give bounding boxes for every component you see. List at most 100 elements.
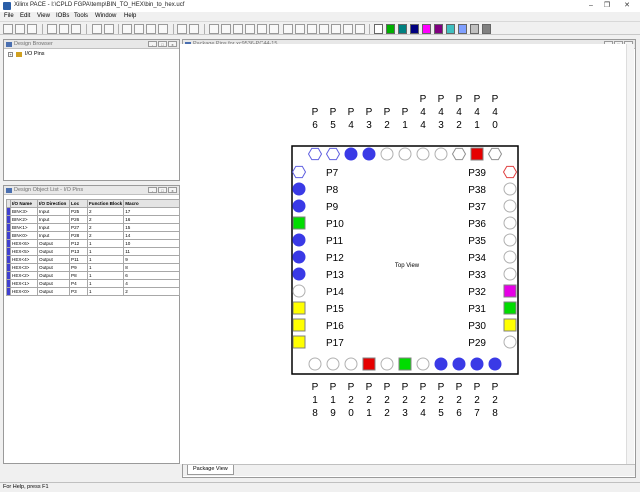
color-swatch[interactable] [446,24,455,34]
pin-bottom-7[interactable] [434,357,448,371]
pin-bottom-2[interactable] [344,357,358,371]
table-row[interactable]: BIN<3> Input P25 2 17 [6,207,180,216]
pin-right-1[interactable] [503,182,517,196]
pin-bottom-3[interactable] [362,357,376,371]
color-swatch[interactable] [422,24,431,34]
pin-top-4[interactable] [380,147,394,161]
pin-bottom-1[interactable] [326,357,340,371]
column-header-loc[interactable]: Loc [69,199,88,208]
edit-icon[interactable] [177,24,187,34]
color-swatch[interactable] [458,24,467,34]
pin-bottom-9[interactable] [470,357,484,371]
zoom-icon[interactable] [331,24,341,34]
color-swatch[interactable] [470,24,479,34]
pin-top-10[interactable] [487,147,503,161]
pin-left-0[interactable] [291,165,307,179]
panel-maximize-button[interactable]: □ [158,187,167,193]
pin-bottom-4[interactable] [380,357,394,371]
column-header-macro[interactable]: Macro [123,199,180,208]
table-row[interactable]: BIN<1> Input P27 2 15 [6,223,180,232]
column-header-io-direction[interactable]: I/O Direction [37,199,70,208]
color-swatch[interactable] [482,24,491,34]
panel-close-button[interactable]: x [168,41,177,47]
pin-top-8[interactable] [451,147,467,161]
cut-icon[interactable] [47,24,57,34]
pin-right-7[interactable] [503,284,517,298]
table-row[interactable]: HEX<2> Output P8 1 6 [6,271,180,280]
panel-minimize-button[interactable]: - [148,41,157,47]
pin-top-5[interactable] [398,147,412,161]
pin-top-1[interactable] [325,147,341,161]
pin-top-9[interactable] [470,147,484,161]
table-row[interactable]: BIN<0> Input P28 2 14 [6,231,180,240]
wire-icon[interactable] [189,24,199,34]
open-icon[interactable] [15,24,25,34]
color-swatch[interactable] [434,24,443,34]
pin-top-7[interactable] [434,147,448,161]
menu-window[interactable]: Window [95,13,116,19]
minimize-button[interactable]: – [584,0,598,11]
pointer-icon[interactable] [146,24,156,34]
menu-view[interactable]: View [37,13,50,19]
pin-left-8[interactable] [292,301,306,315]
pin-left-1[interactable] [292,182,306,196]
pan-icon[interactable] [343,24,353,34]
table-row[interactable]: BIN<2> Input P26 2 16 [6,215,180,224]
copy-icon[interactable] [59,24,69,34]
rotate-icon[interactable] [245,24,255,34]
pin-left-10[interactable] [292,335,306,349]
tree-item-io-pins[interactable]: + I/O Pins [4,49,179,61]
mirror-icon[interactable] [257,24,267,34]
fit-icon[interactable] [122,24,132,34]
color-swatch[interactable] [410,24,419,34]
paste-icon[interactable] [71,24,81,34]
panel-minimize-button[interactable]: - [148,187,157,193]
expand-icon[interactable]: + [8,52,13,57]
pin-bottom-10[interactable] [488,357,502,371]
close-button[interactable]: ✕ [620,0,634,11]
table-row[interactable]: HEX<3> Output P9 1 8 [6,263,180,272]
pin-right-5[interactable] [503,250,517,264]
tab-package-view[interactable]: Package View [187,465,234,475]
panel-close-button[interactable]: x [168,187,177,193]
pin-left-6[interactable] [292,267,306,281]
pin-right-0[interactable] [502,165,518,179]
pin-top-3[interactable] [362,147,376,161]
whatsthis-icon[interactable] [104,24,114,34]
color-swatch[interactable] [374,24,383,34]
pin-right-3[interactable] [503,216,517,230]
pin-right-8[interactable] [503,301,517,315]
color-swatch[interactable] [398,24,407,34]
menu-iobs[interactable]: IOBs [56,13,69,19]
menu-file[interactable]: File [4,13,14,19]
pin-bottom-8[interactable] [452,357,466,371]
pin-bottom-5[interactable] [398,357,412,371]
menu-help[interactable]: Help [124,13,136,19]
table-row[interactable]: HEX<1> Output P4 1 4 [6,279,180,288]
zoom-in-icon[interactable] [307,24,317,34]
panel-maximize-button[interactable]: □ [158,41,167,47]
pin-right-4[interactable] [503,233,517,247]
column-header-function-block[interactable]: Function Block [86,199,125,208]
maximize-button[interactable]: ❐ [600,0,614,11]
help-icon[interactable] [92,24,102,34]
zoom-out-icon[interactable] [319,24,329,34]
select-icon[interactable] [134,24,144,34]
zoom-full-icon[interactable] [283,24,293,34]
pin-top-0[interactable] [307,147,323,161]
assign-icon[interactable] [221,24,231,34]
pin-left-2[interactable] [292,199,306,213]
pin-right-10[interactable] [503,335,517,349]
save-icon[interactable] [27,24,37,34]
menu-edit[interactable]: Edit [20,13,30,19]
copy-area-icon[interactable] [158,24,168,34]
view-icon[interactable] [269,24,279,34]
pin-left-5[interactable] [292,250,306,264]
redraw-icon[interactable] [355,24,365,34]
pin-top-6[interactable] [416,147,430,161]
color-swatch[interactable] [386,24,395,34]
table-row[interactable]: HEX<5> Output P13 1 11 [6,247,180,256]
table-row[interactable]: HEX<6> Output P12 1 10 [6,239,180,248]
pin-left-3[interactable] [292,216,306,230]
new-icon[interactable] [3,24,13,34]
